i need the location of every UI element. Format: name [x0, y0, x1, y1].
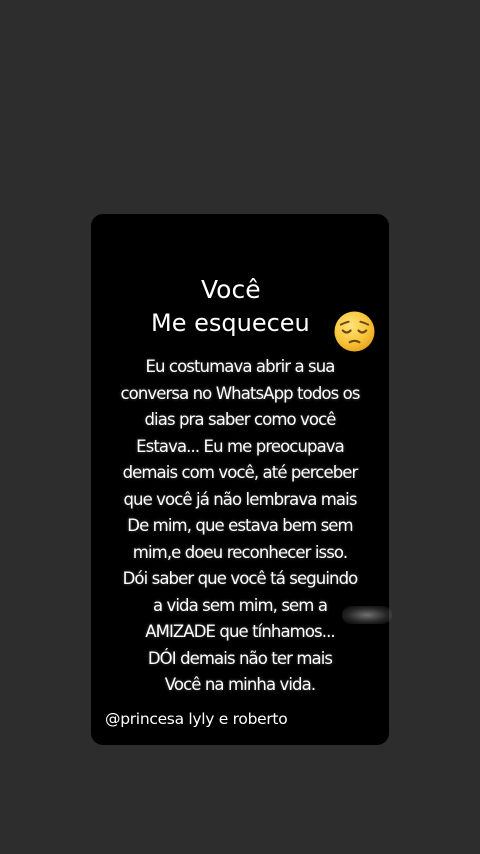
credit-text: @princesa lyly e roberto — [105, 710, 288, 728]
message-line: AMIZADE que tínhamos... — [145, 622, 335, 641]
title-line-2: Me esqueceu — [151, 309, 310, 337]
message-line: DÓI demais não ter mais — [147, 648, 333, 668]
blur-smudge — [342, 606, 392, 624]
message-line: Eu costumava abrir a sua — [145, 357, 335, 376]
message-line: mim,e doeu reconhecer isso. — [132, 542, 348, 562]
message-line: De mim, que estava bem sem — [127, 516, 353, 535]
message-line: Dói saber que você tá seguindo — [122, 569, 359, 588]
message-line: Você na minha vida. — [164, 675, 316, 694]
message-line: conversa no WhatsApp todos os — [120, 383, 360, 403]
message-line: demais com você, até perceber — [122, 463, 359, 482]
message-line: dias pra saber como você — [144, 410, 336, 429]
pensive-face-icon — [334, 311, 375, 352]
message-line: que você já não lembrava mais — [123, 489, 357, 509]
title-line-1: Você — [201, 275, 261, 304]
message-text: Eu costumava abrir a sua conversa no Wha… — [91, 354, 389, 699]
story-card: Você Me esqueceu Eu costumava abrir a su… — [91, 214, 392, 745]
message-line: Estava... Eu me preocupava — [136, 436, 345, 456]
